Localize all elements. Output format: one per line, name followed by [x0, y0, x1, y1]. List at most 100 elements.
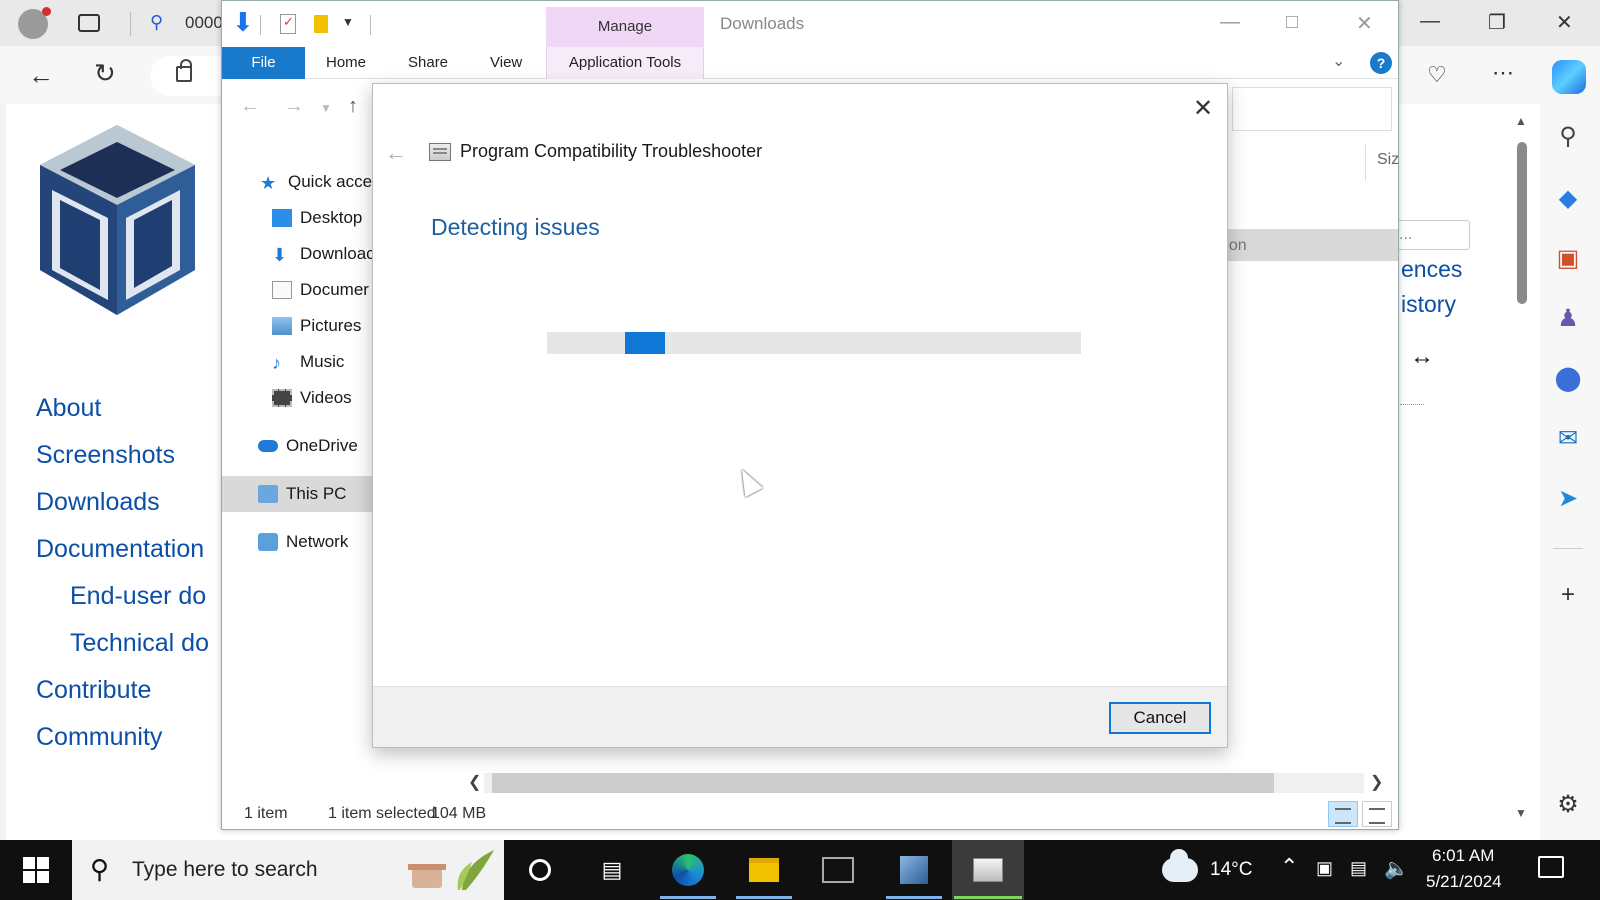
pictures-icon [272, 317, 292, 335]
start-button[interactable] [0, 840, 72, 900]
nav-link-end-user-docs[interactable]: End-user do [70, 582, 206, 611]
properties-icon[interactable] [280, 14, 296, 34]
more-options-icon[interactable]: ⋯ [1492, 60, 1514, 86]
nav-item-videos[interactable]: Videos [272, 383, 352, 413]
clock-date[interactable]: 5/21/2024 [1426, 872, 1502, 892]
weather-temperature[interactable]: 14°C [1210, 859, 1252, 881]
progress-indicator [625, 332, 665, 354]
troubleshooter-icon[interactable] [968, 850, 1008, 890]
close-icon[interactable]: ✕ [1356, 11, 1373, 36]
scroll-left-icon[interactable]: ❮ [468, 772, 481, 792]
cancel-button[interactable]: Cancel [1109, 702, 1211, 734]
scrollbar-thumb[interactable] [492, 773, 1274, 793]
chevron-up-icon[interactable]: ⌃ [1280, 854, 1298, 880]
meet-now-icon[interactable]: ▣ [1316, 858, 1333, 879]
browser-tab-title[interactable]: 0000 [185, 13, 225, 33]
nav-item-desktop[interactable]: Desktop [272, 203, 362, 233]
taskbar: ⚲ Type here to search ▤ 14°C ⌃ ▣ ▤ 🔈 6:0… [0, 840, 1600, 900]
nav-link-downloads[interactable]: Downloads [36, 488, 160, 517]
nav-link-community[interactable]: Community [36, 723, 162, 752]
back-icon[interactable]: ← [240, 95, 260, 118]
back-icon[interactable]: ← [28, 60, 54, 91]
details-view-icon[interactable] [1328, 801, 1358, 827]
new-folder-icon[interactable] [314, 15, 328, 33]
page-scrollbar[interactable]: ▲ ▼ [1512, 112, 1530, 822]
nav-link-contribute[interactable]: Contribute [36, 676, 151, 705]
lock-icon[interactable] [176, 59, 192, 82]
microsoft-365-icon[interactable]: ⬤ [1553, 364, 1583, 394]
close-icon[interactable]: ✕ [1193, 94, 1213, 123]
copilot-icon[interactable] [1552, 60, 1586, 94]
ribbon: File Home Share View Application Tools ⌄… [222, 47, 1398, 79]
minimize-icon[interactable]: — [1420, 10, 1440, 33]
terminal-icon[interactable] [818, 850, 858, 890]
refresh-icon[interactable]: ↻ [94, 58, 116, 89]
tab-view[interactable]: View [490, 47, 522, 79]
weather-cloud-icon[interactable] [1162, 849, 1198, 882]
nav-item-quick-access[interactable]: ★ Quick acces [260, 167, 381, 197]
add-icon[interactable]: + [1553, 580, 1583, 610]
search-icon[interactable]: ⚲ [1553, 122, 1583, 152]
volume-muted-icon[interactable]: 🔈 [1384, 856, 1409, 881]
up-icon[interactable]: ↑ [348, 95, 358, 118]
virtualbox-icon[interactable] [894, 850, 934, 890]
nav-link-screenshots[interactable]: Screenshots [36, 441, 175, 470]
tab-actions-icon[interactable] [78, 14, 100, 32]
nav-item-this-pc[interactable]: This PC [258, 479, 346, 509]
recent-locations-icon[interactable]: ▼ [320, 101, 332, 115]
scrollbar-thumb[interactable] [1517, 142, 1527, 304]
tab-manage[interactable]: Manage [546, 7, 704, 47]
browser-essentials-icon[interactable]: ♡ [1427, 62, 1447, 88]
nav-item-pictures[interactable]: Pictures [272, 311, 361, 341]
minimize-icon[interactable]: — [1220, 11, 1240, 34]
edge-browser-icon[interactable] [668, 850, 708, 890]
explorer-search-input[interactable] [1232, 87, 1392, 131]
shopping-tag-icon[interactable]: ◆ [1553, 184, 1583, 214]
nav-item-music[interactable]: ♪ Music [272, 347, 344, 377]
games-icon[interactable]: ♟ [1553, 304, 1583, 334]
link-preferences[interactable]: ences [1401, 256, 1462, 283]
nav-link-technical-docs[interactable]: Technical do [70, 629, 209, 658]
document-icon [272, 281, 292, 299]
back-icon[interactable]: ← [385, 140, 407, 166]
nav-link-about[interactable]: About [36, 394, 101, 423]
profile-avatar[interactable] [18, 7, 51, 39]
nav-link-documentation[interactable]: Documentation [36, 535, 204, 564]
nav-item-label: Videos [300, 388, 352, 407]
tab-share[interactable]: Share [408, 47, 448, 79]
tools-icon[interactable]: ▣ [1553, 244, 1583, 274]
forward-icon[interactable]: → [284, 95, 304, 118]
horizontal-scrollbar[interactable]: ❮ ❯ [462, 769, 1386, 795]
close-icon[interactable]: ✕ [1556, 10, 1573, 35]
chevron-down-icon[interactable]: ▼ [342, 15, 354, 29]
gear-icon[interactable]: ⚙ [1553, 790, 1583, 820]
nav-item-documents[interactable]: Documer [272, 275, 369, 305]
maximize-icon[interactable]: □ [1286, 11, 1298, 34]
column-header-size[interactable]: Siz [1377, 151, 1399, 169]
notification-icon[interactable] [1538, 856, 1564, 878]
scroll-up-icon[interactable]: ▲ [1515, 114, 1527, 128]
send-icon[interactable]: ➤ [1553, 484, 1583, 514]
large-icons-view-icon[interactable] [1362, 801, 1392, 827]
help-icon[interactable]: ? [1370, 52, 1392, 74]
nav-item-onedrive[interactable]: OneDrive [258, 431, 358, 461]
task-view-icon[interactable]: ▤ [592, 850, 632, 890]
taskbar-search-placeholder: Type here to search [132, 858, 318, 881]
tab-home[interactable]: Home [326, 47, 366, 79]
tab-file[interactable]: File [222, 47, 305, 79]
link-history[interactable]: istory [1401, 291, 1456, 318]
scroll-down-icon[interactable]: ▼ [1515, 806, 1527, 820]
tab-application-tools[interactable]: Application Tools [546, 47, 704, 79]
chevron-down-icon[interactable]: ⌄ [1332, 51, 1345, 71]
network-status-icon[interactable]: ▤ [1350, 858, 1367, 879]
download-icon[interactable]: ⬇ [232, 7, 254, 38]
scroll-right-icon[interactable]: ❯ [1370, 772, 1383, 792]
nav-item-downloads[interactable]: ⬇ Downloac [272, 239, 375, 269]
clock-time[interactable]: 6:01 AM [1432, 846, 1494, 866]
cortana-icon[interactable] [520, 850, 560, 890]
restore-icon[interactable]: ❐ [1488, 10, 1506, 35]
file-explorer-icon[interactable] [744, 850, 784, 890]
outlook-icon[interactable]: ✉ [1553, 424, 1583, 454]
nav-item-network[interactable]: Network [258, 527, 348, 557]
taskbar-search-box[interactable]: ⚲ Type here to search [72, 840, 504, 900]
